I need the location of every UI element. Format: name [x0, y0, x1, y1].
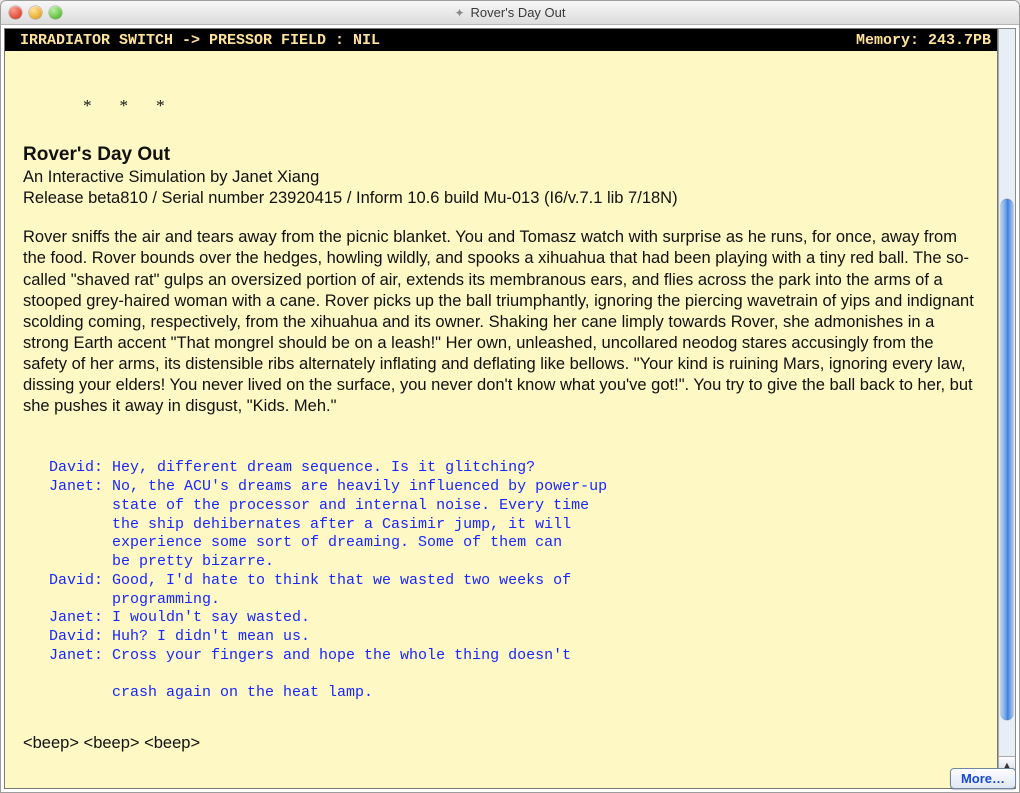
- game-subtitle: An Interactive Simulation by Janet Xiang: [23, 167, 979, 188]
- minimize-button[interactable]: [29, 6, 42, 19]
- section-break: * * *: [23, 65, 979, 143]
- vertical-scrollbar[interactable]: ▲ ▼: [998, 28, 1016, 789]
- more-button[interactable]: More…: [950, 768, 1016, 789]
- dialogue-block: David: Hey, different dream sequence. Is…: [23, 459, 979, 703]
- game-title: Rover's Day Out: [23, 143, 979, 167]
- more-label: More…: [961, 771, 1005, 786]
- beep-line: <beep> <beep> <beep>: [23, 733, 979, 754]
- traffic-lights: [9, 6, 62, 19]
- window-title: Rover's Day Out: [471, 5, 566, 20]
- status-right: Memory: 243.7PB: [856, 32, 991, 49]
- prose-paragraph: Rover sniffs the air and tears away from…: [23, 227, 979, 417]
- app-icon: ✦: [454, 6, 464, 20]
- scroll-track[interactable]: [999, 29, 1015, 756]
- app-window: ✦ Rover's Day Out IRRADIATOR SWITCH -> P…: [0, 0, 1020, 793]
- titlebar[interactable]: ✦ Rover's Day Out: [1, 1, 1019, 25]
- close-button[interactable]: [9, 6, 22, 19]
- zoom-button[interactable]: [49, 6, 62, 19]
- status-bar: IRRADIATOR SWITCH -> PRESSOR FIELD : NIL…: [5, 29, 997, 51]
- scroll-thumb[interactable]: [1001, 199, 1013, 720]
- story-column: IRRADIATOR SWITCH -> PRESSOR FIELD : NIL…: [4, 28, 998, 789]
- window-title-wrap: ✦ Rover's Day Out: [1, 1, 1019, 24]
- release-line: Release beta810 / Serial number 23920415…: [23, 188, 979, 209]
- story-area[interactable]: * * * Rover's Day Out An Interactive Sim…: [5, 51, 997, 788]
- content-wrap: IRRADIATOR SWITCH -> PRESSOR FIELD : NIL…: [1, 25, 1019, 792]
- status-left: IRRADIATOR SWITCH -> PRESSOR FIELD : NIL: [11, 32, 380, 49]
